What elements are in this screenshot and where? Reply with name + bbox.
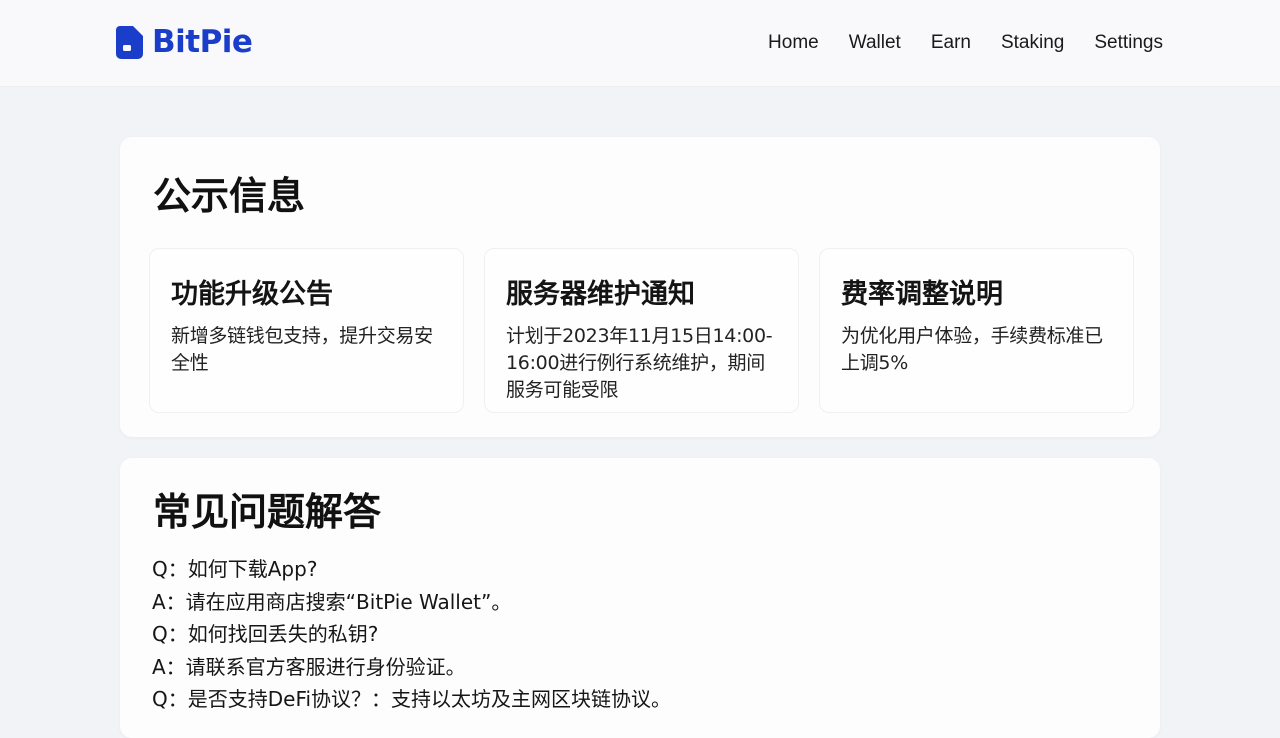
- faq-answer: A：请在应用商店搜索“BitPie Wallet”。: [152, 589, 512, 614]
- faq-question: Q：如何下载App?: [152, 557, 318, 581]
- notice-card-body: 计划于2023年11月15日14:00-16:00进行例行系统维护，期间服务可能…: [506, 325, 773, 401]
- faq-question: Q：是否支持DeFi协议？：支持以太坊及主网区块链协议。: [152, 687, 672, 711]
- faq-list: Q：如何下载App? A：请在应用商店搜索“BitPie Wallet”。 Q：…: [152, 553, 671, 716]
- nav-item-home[interactable]: Home: [768, 30, 819, 56]
- notice-card-list: 功能升级公告 新增多链钱包支持，提升交易安全性 服务器维护通知 计划于2023年…: [149, 248, 1134, 413]
- notice-card-upgrade[interactable]: 功能升级公告 新增多链钱包支持，提升交易安全性: [149, 248, 464, 413]
- brand-name: BitPie: [152, 24, 253, 60]
- faq-section: 常见问题解答 Q：如何下载App? A：请在应用商店搜索“BitPie Wall…: [120, 458, 1160, 738]
- notice-card-title: 功能升级公告: [171, 279, 333, 310]
- brand-logo[interactable]: BitPie: [116, 24, 253, 60]
- nav-item-settings[interactable]: Settings: [1094, 30, 1163, 56]
- bitpie-logo-icon: [116, 25, 143, 59]
- notice-card-fee[interactable]: 费率调整说明 为优化用户体验，手续费标准已上调5%: [819, 248, 1134, 413]
- notice-card-body: 新增多链钱包支持，提升交易安全性: [171, 325, 433, 374]
- top-navigation-bar: BitPie Home Wallet Earn Staking Settings: [0, 0, 1280, 87]
- notice-card-title: 费率调整说明: [841, 279, 1003, 310]
- notice-card-title: 服务器维护通知: [506, 279, 695, 310]
- notice-card-maintenance[interactable]: 服务器维护通知 计划于2023年11月15日14:00-16:00进行例行系统维…: [484, 248, 799, 413]
- faq-question: Q：如何找回丢失的私钥?: [152, 622, 379, 646]
- notices-title: 公示信息: [153, 174, 306, 218]
- main-nav: Home Wallet Earn Staking Settings: [768, 30, 1163, 56]
- faq-answer: A：请联系官方客服进行身份验证。: [152, 654, 466, 679]
- nav-item-staking[interactable]: Staking: [1001, 30, 1064, 56]
- notices-section: 公示信息 功能升级公告 新增多链钱包支持，提升交易安全性 服务器维护通知 计划于…: [120, 137, 1160, 437]
- nav-item-wallet[interactable]: Wallet: [849, 30, 901, 56]
- faq-title: 常见问题解答: [153, 490, 382, 534]
- notice-card-body: 为优化用户体验，手续费标准已上调5%: [841, 325, 1103, 374]
- nav-item-earn[interactable]: Earn: [931, 30, 971, 56]
